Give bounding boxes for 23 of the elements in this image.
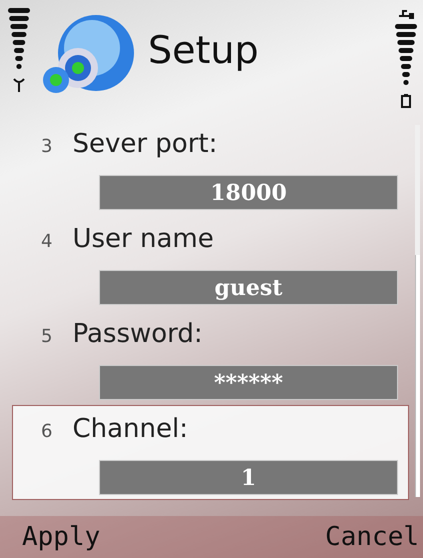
row-number: 5 xyxy=(41,326,52,347)
settings-row[interactable]: 4 User name guest xyxy=(12,215,409,310)
settings-row[interactable]: 5 Password: ****** xyxy=(12,310,409,405)
input-field[interactable]: 18000 xyxy=(99,175,398,210)
field-label: User name xyxy=(72,224,214,254)
field-label: Sever port: xyxy=(72,129,218,159)
input-field[interactable]: ****** xyxy=(99,365,398,400)
row-number: 4 xyxy=(41,231,52,252)
row-number: 6 xyxy=(41,421,52,442)
usb-connection-icon xyxy=(398,8,414,20)
input-field[interactable]: guest xyxy=(99,270,398,305)
field-label: Channel: xyxy=(72,414,188,444)
scrollbar-thumb[interactable] xyxy=(415,255,420,497)
antenna-icon xyxy=(13,78,25,92)
cancel-softkey[interactable]: Cancel xyxy=(325,522,419,552)
apply-softkey[interactable]: Apply xyxy=(22,522,100,552)
settings-row[interactable]: 3 Sever port: 18000 xyxy=(12,120,409,215)
settings-row[interactable]: 6 Channel: 1 xyxy=(12,405,409,500)
screen-title: Setup xyxy=(148,28,260,72)
field-label: Password: xyxy=(72,319,203,349)
input-field[interactable]: 1 xyxy=(99,460,398,495)
row-number: 3 xyxy=(41,136,52,157)
battery-icon xyxy=(401,94,411,108)
